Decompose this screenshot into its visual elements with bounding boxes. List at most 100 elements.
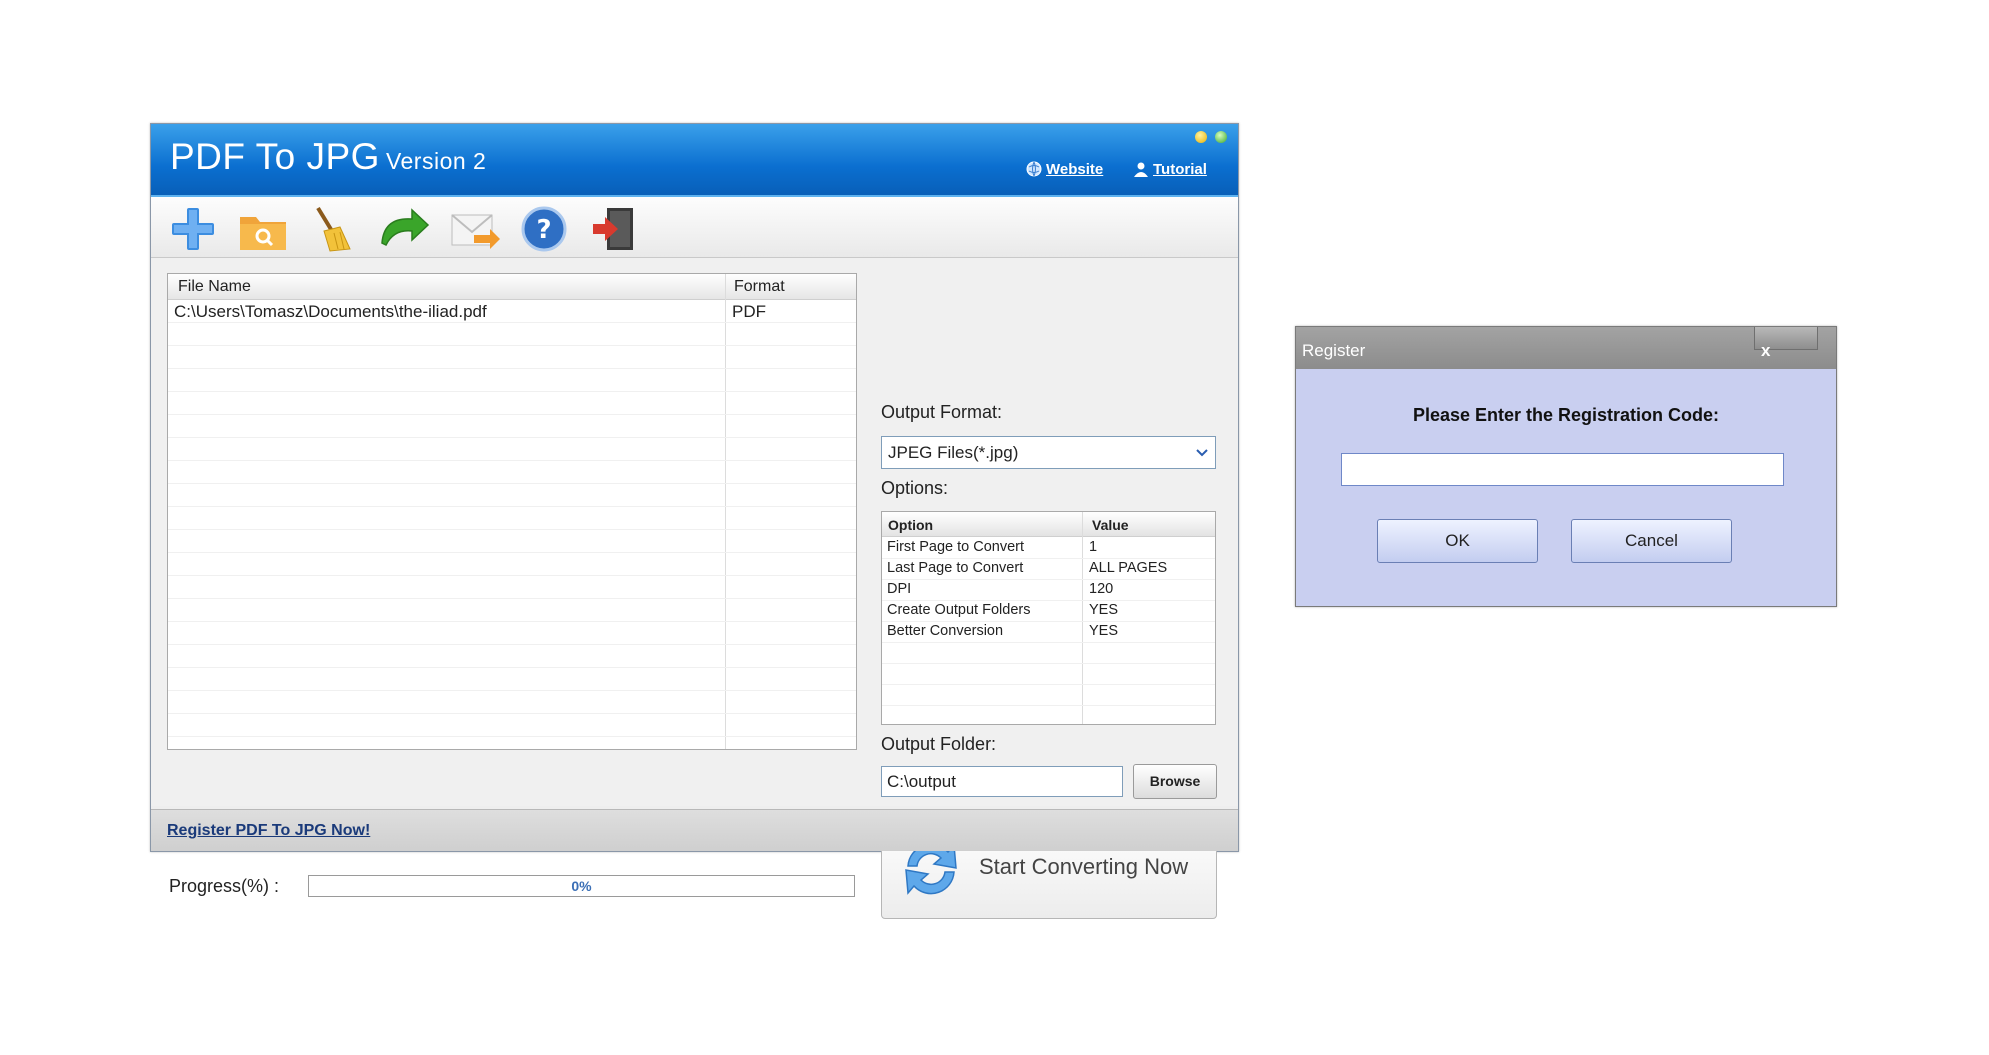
option-name: Last Page to Convert (887, 560, 1024, 576)
app-title-text: PDF To JPG (170, 136, 380, 177)
option-row[interactable]: Better Conversion YES (882, 621, 1215, 643)
dialog-title-bar: Register x (1296, 327, 1836, 369)
register-dialog: Register x Please Enter the Registration… (1295, 326, 1837, 607)
open-folder-button[interactable] (237, 205, 289, 253)
convert-button[interactable] (376, 205, 430, 253)
output-folder-value: C:\output (887, 772, 956, 791)
progress-bar: 0% (308, 875, 855, 897)
option-value: 1 (1089, 539, 1098, 555)
browse-button[interactable]: Browse (1133, 764, 1217, 799)
ok-button[interactable]: OK (1377, 519, 1538, 563)
output-folder-label: Output Folder: (881, 734, 997, 754)
output-format-value: JPEG Files(*.jpg) (888, 443, 1019, 462)
user-icon (1133, 161, 1149, 181)
registration-code-input[interactable] (1341, 453, 1784, 486)
register-now-link[interactable]: Register PDF To JPG Now! (167, 822, 370, 840)
tutorial-link[interactable]: Tutorial (1133, 161, 1207, 181)
empty-row (168, 438, 856, 461)
empty-row (882, 663, 1215, 685)
dialog-title: Register (1302, 341, 1366, 360)
help-icon: ? (521, 206, 567, 252)
options-label: Options: (881, 478, 949, 498)
email-icon (451, 214, 500, 249)
clear-list-button[interactable] (306, 205, 358, 253)
close-button[interactable]: x (1754, 327, 1818, 360)
file-format-cell: PDF (732, 302, 766, 321)
progress-text: 0% (571, 878, 592, 894)
minimize-dot-button[interactable] (1195, 131, 1207, 143)
maximize-dot-button[interactable] (1215, 131, 1227, 143)
empty-row (168, 668, 856, 691)
column-header-file-name[interactable]: File Name (178, 278, 251, 296)
column-header-value: Value (1092, 517, 1129, 533)
empty-row (168, 461, 856, 484)
empty-row (168, 415, 856, 438)
cancel-button[interactable]: Cancel (1571, 519, 1732, 563)
file-list[interactable]: File Name Format C:\Users\Tomasz\Documen… (167, 273, 857, 750)
clear-broom-icon (316, 206, 351, 252)
app-title: PDF To JPG Version 2 (170, 136, 486, 178)
options-header: Option Value (882, 512, 1215, 537)
empty-row (168, 392, 856, 415)
empty-row (882, 642, 1215, 664)
add-file-button[interactable] (168, 205, 220, 253)
option-row[interactable]: DPI 120 (882, 579, 1215, 601)
start-converting-label: Start Converting Now (979, 854, 1189, 879)
exit-button[interactable] (589, 205, 641, 253)
option-value: ALL PAGES (1089, 560, 1168, 576)
output-format-label: Output Format: (881, 402, 1003, 422)
empty-row (168, 346, 856, 369)
title-bar: PDF To JPG Version 2 Website Tutorial (151, 124, 1238, 197)
app-version: Version 2 (385, 148, 487, 174)
option-row[interactable]: Create Output Folders YES (882, 600, 1215, 622)
chevron-down-icon (1195, 445, 1209, 465)
status-bar: Register PDF To JPG Now! (151, 809, 1238, 851)
website-link-label: Website (1046, 161, 1104, 178)
empty-row (168, 714, 856, 737)
empty-row (168, 530, 856, 553)
registration-prompt: Please Enter the Registration Code: (1412, 405, 1720, 425)
column-header-format[interactable]: Format (734, 278, 785, 296)
option-row[interactable]: Last Page to Convert ALL PAGES (882, 558, 1215, 580)
globe-icon (1026, 161, 1042, 181)
empty-row (168, 691, 856, 714)
exit-icon (593, 208, 633, 250)
option-name: Better Conversion (887, 623, 1004, 639)
add-icon (172, 208, 214, 250)
table-row[interactable]: C:\Users\Tomasz\Documents\the-iliad.pdf … (168, 300, 856, 323)
option-row[interactable]: First Page to Convert 1 (882, 537, 1215, 559)
convert-arrow-icon (381, 208, 430, 247)
email-button[interactable] (448, 205, 500, 253)
help-button[interactable]: ? (520, 205, 572, 253)
website-link[interactable]: Website (1026, 161, 1103, 181)
option-value: 120 (1089, 581, 1114, 597)
options-table[interactable]: Option Value First Page to Convert 1 Las… (881, 511, 1216, 725)
empty-row (168, 576, 856, 599)
option-name: First Page to Convert (887, 539, 1024, 555)
option-name: Create Output Folders (887, 602, 1031, 618)
empty-row (168, 507, 856, 530)
empty-row (882, 684, 1215, 706)
empty-row (168, 323, 856, 346)
empty-row (168, 599, 856, 622)
empty-row (168, 369, 856, 392)
empty-row (168, 484, 856, 507)
content-area: File Name Format C:\Users\Tomasz\Documen… (151, 258, 1238, 919)
empty-row (168, 553, 856, 576)
svg-text:?: ? (536, 215, 551, 245)
close-icon: x (1761, 341, 1771, 360)
file-name-cell: C:\Users\Tomasz\Documents\the-iliad.pdf (174, 302, 487, 321)
tutorial-link-label: Tutorial (1153, 161, 1207, 178)
progress-label: Progress(%) : (169, 876, 280, 896)
toolbar: ? (151, 197, 1238, 258)
file-list-header: File Name Format (168, 274, 856, 300)
output-format-select[interactable]: JPEG Files(*.jpg) (881, 436, 1216, 469)
empty-row (168, 622, 856, 645)
option-value: YES (1089, 602, 1119, 618)
open-folder-icon (240, 217, 286, 250)
main-window: PDF To JPG Version 2 Website Tutorial ? … (150, 123, 1239, 919)
output-folder-field[interactable]: C:\output (881, 766, 1123, 797)
option-name: DPI (887, 581, 912, 597)
option-value: YES (1089, 623, 1119, 639)
empty-row (168, 645, 856, 668)
